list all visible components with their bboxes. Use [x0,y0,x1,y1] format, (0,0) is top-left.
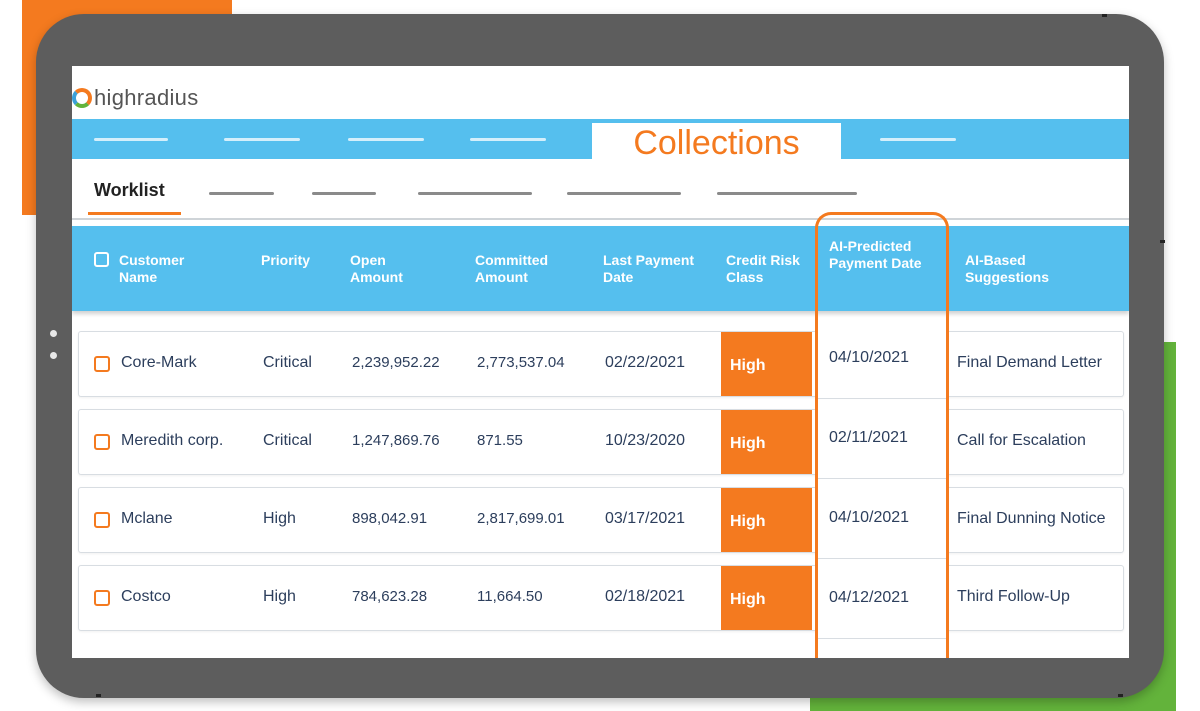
column-header-last-payment-date[interactable]: Last Payment Date [603,252,713,286]
suggestion-text[interactable]: Third Follow-Up [957,588,1070,606]
suggestion-text[interactable]: Call for Escalation [957,432,1086,450]
priority-value: High [263,510,296,527]
risk-label: High [730,357,766,374]
column-header-customer-name[interactable]: Customer Name [119,252,214,286]
edge-notch [1102,14,1107,17]
row-checkbox[interactable] [94,590,110,606]
row-checkbox[interactable] [94,434,110,450]
row-checkbox[interactable] [94,356,110,372]
priority-value: Critical [263,432,312,449]
risk-badge: High [721,332,812,396]
section-divider [72,218,1129,220]
subtab-placeholder[interactable] [717,192,857,195]
column-header-ai-suggestions[interactable]: AI-Based Suggestions [965,252,1075,286]
table-header: Customer Name Priority Open Amount Commi… [72,226,1129,311]
ai-column-highlight [815,212,949,658]
committed-amount: 2,773,537.04 [477,354,565,371]
customer-name[interactable]: Core-Mark [121,354,197,372]
risk-badge: High [721,488,812,552]
column-header-open-amount[interactable]: Open Amount [350,252,420,286]
subtab-placeholder[interactable] [567,192,681,195]
active-tab-indicator [88,212,181,215]
tab-collections[interactable]: Collections [592,123,841,163]
customer-name[interactable]: Costco [121,588,171,606]
edge-notch [1118,694,1123,697]
open-amount: 1,247,869.76 [352,432,440,449]
page-title: Collections [633,123,800,162]
risk-label: High [730,513,766,530]
risk-label: High [730,591,766,608]
open-amount: 784,623.28 [352,588,428,605]
customer-name[interactable]: Meredith corp. [121,432,223,450]
table-row[interactable]: Core-Mark Critical 2,239,952.22 2,773,53… [78,331,1124,397]
nav-item-placeholder[interactable] [470,138,546,141]
risk-badge: High [721,410,812,474]
logo-mark-icon [72,88,92,108]
committed-amount: 11,664.50 [477,588,543,605]
camera-dot-icon [50,330,57,337]
subtab-placeholder[interactable] [312,192,376,195]
risk-label: High [730,435,766,452]
table-row[interactable]: Costco High 784,623.28 11,664.50 02/18/2… [78,565,1124,631]
table-row[interactable]: Mclane High 898,042.91 2,817,699.01 03/1… [78,487,1124,553]
select-all-checkbox[interactable] [94,252,109,267]
nav-item-placeholder[interactable] [880,138,956,141]
column-header-credit-risk-class[interactable]: Credit Risk Class [726,252,808,286]
nav-item-placeholder[interactable] [94,138,168,141]
priority-value: High [263,588,296,605]
last-payment-date: 03/17/2021 [605,510,686,527]
table-row[interactable]: Meredith corp. Critical 1,247,869.76 871… [78,409,1124,475]
committed-amount: 871.55 [477,432,523,449]
column-header-committed-amount[interactable]: Committed Amount [475,252,575,286]
edge-notch [96,694,101,697]
last-payment-date: 02/18/2021 [605,588,686,605]
sensor-dot-icon [50,352,57,359]
customer-name[interactable]: Mclane [121,510,173,528]
app-screen: highradius Collections Worklist Customer… [72,66,1129,658]
suggestion-text[interactable]: Final Demand Letter [957,354,1102,372]
tab-worklist[interactable]: Worklist [94,180,165,201]
nav-item-placeholder[interactable] [348,138,424,141]
subtab-placeholder[interactable] [209,192,274,195]
row-checkbox[interactable] [94,512,110,528]
last-payment-date: 10/23/2020 [605,432,686,449]
suggestion-text[interactable]: Final Dunning Notice [957,510,1106,528]
open-amount: 898,042.91 [352,510,428,527]
priority-value: Critical [263,354,312,371]
risk-badge: High [721,566,812,630]
open-amount: 2,239,952.22 [352,354,440,371]
committed-amount: 2,817,699.01 [477,510,565,527]
logo-text: highradius [94,85,199,110]
edge-notch [1160,240,1165,243]
logo: highradius [72,84,199,112]
subtab-placeholder[interactable] [418,192,532,195]
column-header-priority[interactable]: Priority [261,252,331,269]
nav-item-placeholder[interactable] [224,138,300,141]
last-payment-date: 02/22/2021 [605,354,686,371]
